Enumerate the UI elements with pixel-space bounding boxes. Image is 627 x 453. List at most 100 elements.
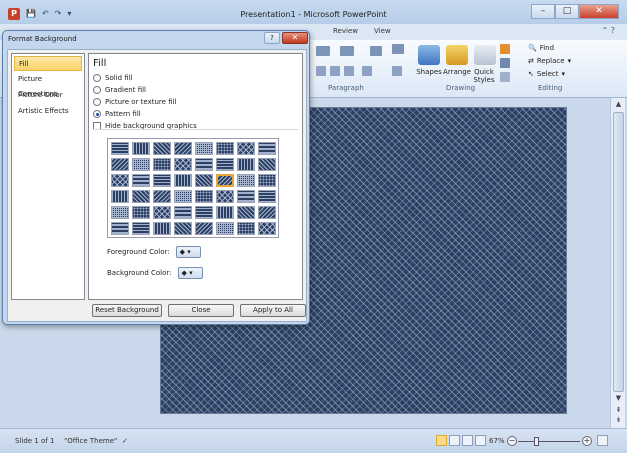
dialog-help-button[interactable]: ? [264, 32, 280, 44]
align-left-icon[interactable] [316, 66, 326, 76]
spell-check-icon[interactable]: ✓ [122, 437, 128, 445]
apply-to-all-button[interactable]: Apply to All [240, 304, 306, 317]
shapes-button[interactable]: Shapes [414, 68, 444, 76]
pattern-swatch[interactable] [237, 206, 255, 219]
pattern-swatch[interactable] [195, 174, 213, 187]
pattern-swatch[interactable] [195, 206, 213, 219]
picture-texture-fill-radio[interactable] [93, 98, 101, 106]
pattern-swatch[interactable] [216, 222, 234, 235]
zoom-slider-thumb[interactable] [534, 437, 539, 446]
pattern-swatch[interactable] [258, 142, 276, 155]
picture-texture-fill-option[interactable]: Picture or texture fill [93, 98, 177, 106]
scroll-thumb[interactable] [613, 112, 624, 392]
dialog-close-button[interactable]: ✕ [282, 32, 308, 44]
align-center-icon[interactable] [330, 66, 340, 76]
pattern-swatch[interactable] [216, 142, 234, 155]
pattern-swatch[interactable] [111, 158, 129, 171]
nav-item-picture-corrections[interactable]: Picture Corrections [14, 72, 82, 98]
quick-styles-icon[interactable] [474, 45, 496, 65]
pattern-swatch[interactable] [237, 190, 255, 203]
pattern-swatch[interactable] [111, 174, 129, 187]
pattern-swatch[interactable] [174, 206, 192, 219]
shapes-icon[interactable] [418, 45, 440, 65]
find-button[interactable]: 🔍 Find [528, 44, 554, 52]
slide-sorter-icon[interactable] [449, 435, 460, 446]
close-window-button[interactable]: ✕ [579, 4, 619, 19]
ribbon-help-icon[interactable]: ⌃ ? [602, 26, 616, 35]
bullets-icon[interactable] [316, 46, 330, 56]
reset-background-button[interactable]: Reset Background [92, 304, 162, 317]
zoom-level[interactable]: 67% [489, 437, 505, 445]
normal-view-icon[interactable] [436, 435, 447, 446]
next-slide-icon[interactable]: ⇟ [613, 416, 624, 427]
pattern-fill-radio[interactable] [93, 110, 101, 118]
tab-view[interactable]: View [374, 27, 391, 35]
pattern-swatch[interactable] [258, 206, 276, 219]
line-spacing-icon[interactable] [370, 46, 382, 56]
pattern-swatch[interactable] [258, 174, 276, 187]
pattern-swatch[interactable] [153, 158, 171, 171]
pattern-swatch[interactable] [237, 222, 255, 235]
shape-fill-icon[interactable] [500, 44, 510, 54]
pattern-swatch[interactable] [174, 190, 192, 203]
pattern-swatch[interactable] [132, 142, 150, 155]
select-button[interactable]: ↖ Select ▾ [528, 70, 565, 78]
pattern-swatch[interactable] [132, 158, 150, 171]
pattern-swatch[interactable] [216, 190, 234, 203]
pattern-swatch[interactable] [132, 206, 150, 219]
pattern-swatch[interactable] [258, 190, 276, 203]
fit-to-window-icon[interactable] [597, 435, 608, 446]
foreground-color-button[interactable]: ◆ ▾ [175, 246, 201, 258]
tab-review[interactable]: Review [333, 27, 358, 35]
pattern-swatch[interactable] [174, 174, 192, 187]
scroll-up-icon[interactable]: ▲ [613, 100, 624, 111]
pattern-swatch[interactable] [111, 206, 129, 219]
pattern-swatch[interactable] [153, 190, 171, 203]
maximize-button[interactable]: □ [555, 4, 579, 19]
pattern-swatch[interactable] [195, 142, 213, 155]
nav-item-picture-color[interactable]: Picture Color [14, 88, 82, 103]
quick-styles-button[interactable]: Quick Styles [470, 68, 498, 84]
arrange-icon[interactable] [446, 45, 468, 65]
background-color-button[interactable]: ◆ ▾ [177, 267, 203, 279]
pattern-swatch[interactable] [195, 222, 213, 235]
pattern-swatch[interactable] [153, 206, 171, 219]
pattern-fill-option[interactable]: Pattern fill [93, 110, 141, 118]
pattern-swatch[interactable] [111, 222, 129, 235]
nav-item-fill[interactable]: Fill [14, 56, 82, 71]
pattern-swatch[interactable] [174, 222, 192, 235]
nav-item-artistic-effects[interactable]: Artistic Effects [14, 104, 82, 119]
pattern-swatch[interactable] [216, 174, 234, 187]
shape-effects-icon[interactable] [500, 72, 510, 82]
pattern-swatch[interactable] [237, 142, 255, 155]
pattern-swatch[interactable] [216, 158, 234, 171]
align-right-icon[interactable] [344, 66, 354, 76]
pattern-swatch[interactable] [111, 190, 129, 203]
pattern-swatch[interactable] [237, 174, 255, 187]
zoom-slider-track[interactable] [518, 441, 580, 442]
minimize-button[interactable]: – [531, 4, 555, 19]
dialog-close-action-button[interactable]: Close [168, 304, 234, 317]
pattern-swatch[interactable] [258, 222, 276, 235]
solid-fill-option[interactable]: Solid fill [93, 74, 133, 82]
pattern-swatch[interactable] [174, 158, 192, 171]
gradient-fill-option[interactable]: Gradient fill [93, 86, 146, 94]
indent-icon[interactable] [340, 46, 354, 56]
pattern-swatch[interactable] [258, 158, 276, 171]
zoom-in-button[interactable]: + [582, 436, 592, 446]
pattern-swatch[interactable] [132, 174, 150, 187]
shape-outline-icon[interactable] [500, 58, 510, 68]
pattern-swatch[interactable] [195, 158, 213, 171]
slide-show-icon[interactable] [475, 435, 486, 446]
pattern-swatch[interactable] [174, 142, 192, 155]
pattern-swatch[interactable] [237, 158, 255, 171]
pattern-swatch[interactable] [153, 174, 171, 187]
pattern-swatch[interactable] [132, 222, 150, 235]
pattern-swatch[interactable] [132, 190, 150, 203]
vertical-scrollbar[interactable]: ▲ ▼ ⇞ ⇟ [610, 98, 625, 428]
solid-fill-radio[interactable] [93, 74, 101, 82]
arrange-button[interactable]: Arrange [441, 68, 473, 76]
pattern-swatch[interactable] [153, 222, 171, 235]
gradient-fill-radio[interactable] [93, 86, 101, 94]
text-direction-icon[interactable] [392, 66, 402, 76]
